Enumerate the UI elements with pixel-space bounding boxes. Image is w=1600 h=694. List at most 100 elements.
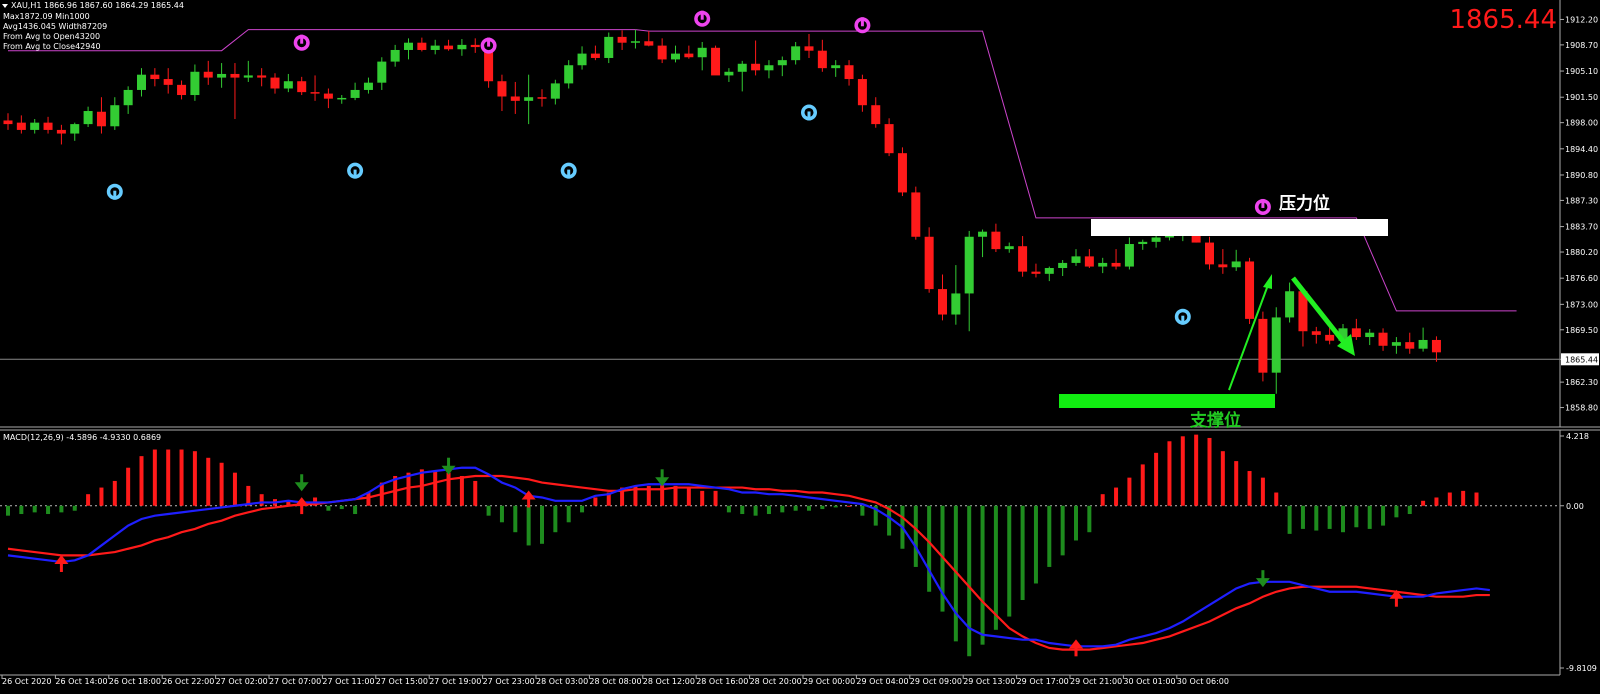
macd-histogram-bar	[700, 490, 705, 506]
macd-histogram-bar	[32, 505, 37, 513]
macd-histogram-bar	[219, 462, 224, 506]
fractal-down-icon	[694, 10, 711, 27]
candle	[897, 147, 907, 197]
resistance-zone-bar	[1091, 219, 1388, 236]
time-tick-label: 28 Oct 12:00	[643, 677, 695, 686]
macd-histogram-bar	[1020, 505, 1025, 601]
fractal-down-icon	[480, 37, 497, 54]
macd-histogram-bar	[246, 485, 251, 506]
time-tick-label: 28 Oct 08:00	[589, 677, 641, 686]
macd-histogram-bar	[1260, 477, 1265, 506]
time-tick-label: 28 Oct 16:00	[696, 677, 748, 686]
macd-histogram-bar	[86, 494, 91, 506]
trading-chart[interactable]: 压力位 支撑位 1912.20 1908.70 1905.10 1901.50 1898…	[0, 0, 1600, 694]
macd-histogram-bar	[72, 505, 77, 511]
info-line-4: From Avg to Close42940	[3, 42, 101, 51]
macd-histogram-bar	[459, 475, 464, 506]
macd-histogram-bar	[179, 449, 184, 506]
time-tick-label: 29 Oct 21:00	[1070, 677, 1122, 686]
fractal-up-icon	[1174, 308, 1191, 325]
macd-histogram-bar	[446, 472, 451, 506]
time-tick-label: 29 Oct 09:00	[910, 677, 962, 686]
macd-histogram-bar	[780, 505, 785, 513]
fractal-up-icon	[106, 183, 123, 200]
macd-histogram-bar	[486, 505, 491, 516]
time-tick-label: 28 Oct 20:00	[750, 677, 802, 686]
macd-histogram-bar	[540, 505, 544, 544]
price-tick-label: 1898.00	[1565, 119, 1598, 128]
macd-histogram-bar	[807, 505, 811, 511]
price-tick-label: 1869.50	[1565, 326, 1598, 335]
price-tick-label: 1858.80	[1565, 404, 1598, 413]
macd-histogram-bar	[1220, 451, 1225, 506]
macd-histogram-bar	[1354, 505, 1359, 528]
macd-histogram-bar	[406, 472, 411, 506]
price-tick-label: 1883.70	[1565, 223, 1598, 232]
macd-histogram-bar	[1207, 437, 1212, 506]
time-tick-label: 26 Oct 2020	[2, 677, 51, 686]
macd-histogram-bar	[1367, 505, 1372, 529]
macd-histogram-bar	[126, 467, 131, 506]
macd-histogram-bar	[1234, 461, 1239, 506]
macd-histogram-bar	[1287, 505, 1292, 534]
time-tick-label: 29 Oct 04:00	[856, 677, 908, 686]
time-tick-label: 27 Oct 19:00	[429, 677, 481, 686]
macd-histogram-bar	[1447, 492, 1452, 506]
macd-histogram-bar	[766, 505, 771, 515]
price-tick-label: 1876.60	[1565, 274, 1598, 283]
time-tick-label: 27 Oct 07:00	[269, 677, 321, 686]
macd-histogram-bar	[19, 505, 24, 515]
macd-histogram-bar	[927, 505, 932, 592]
macd-histogram-bar	[1167, 441, 1172, 506]
macd-histogram-bar	[1314, 505, 1319, 531]
macd-histogram-bar	[112, 480, 117, 506]
time-tick-label: 27 Oct 23:00	[483, 677, 535, 686]
macd-histogram-bar	[1327, 505, 1332, 529]
macd-histogram-bar	[499, 505, 504, 523]
price-tick-label: 1873.00	[1565, 300, 1598, 309]
time-tick-label: 27 Oct 11:00	[322, 677, 374, 686]
macd-histogram-bar	[1074, 505, 1078, 541]
macd-histogram-bar	[326, 505, 331, 511]
candle	[1245, 257, 1255, 324]
current-price-tag-text: 1865.44	[1565, 355, 1598, 364]
time-tick-label: 27 Oct 02:00	[216, 677, 268, 686]
macd-histogram-bar	[1033, 505, 1038, 584]
macd-histogram-bar	[1300, 505, 1305, 529]
macd-histogram-bar	[913, 505, 918, 567]
macd-histogram-bar	[713, 490, 718, 506]
macd-header-label: MACD(12,26,9) -4.5896 -4.9330 0.6869	[3, 433, 161, 442]
macd-histogram-bar	[1127, 477, 1132, 506]
time-tick-label: 29 Oct 13:00	[963, 677, 1015, 686]
macd-histogram-bar	[353, 505, 358, 515]
macd-histogram-bar	[1180, 436, 1185, 506]
macd-histogram-bar	[46, 505, 51, 515]
info-line-1: Max1872.09 Min1000	[3, 12, 90, 21]
macd-histogram-bar	[753, 505, 758, 516]
fractal-down-icon	[293, 34, 310, 51]
macd-tick-label: -9.8109	[1566, 664, 1597, 673]
macd-histogram-bar	[1114, 487, 1119, 506]
macd-histogram-bar	[59, 505, 64, 513]
candle	[1258, 311, 1268, 382]
macd-histogram-bar	[1247, 471, 1252, 506]
macd-histogram-bar	[259, 494, 264, 506]
macd-histogram-bar	[1381, 505, 1386, 526]
big-price-display: 1865.44	[1449, 5, 1557, 35]
time-tick-label: 29 Oct 17:00	[1017, 677, 1069, 686]
resistance-label: 压力位	[1279, 193, 1330, 214]
price-tick-label: 1880.20	[1565, 248, 1598, 257]
fractal-down-icon	[1254, 198, 1271, 215]
macd-tick-label: 0.00	[1566, 502, 1584, 511]
macd-histogram-bar	[513, 505, 518, 533]
symbol-ohlc-line: XAU,H1 1866.96 1867.60 1864.29 1865.44	[11, 1, 184, 10]
macd-histogram-bar	[993, 505, 998, 630]
macd-histogram-bar	[566, 505, 571, 523]
macd-histogram-bar	[526, 505, 531, 546]
macd-histogram-bar	[793, 505, 798, 511]
time-tick-label: 30 Oct 01:00	[1123, 677, 1175, 686]
macd-histogram-bar	[1407, 505, 1412, 515]
macd-histogram-bar	[99, 487, 104, 506]
macd-histogram-bar	[166, 449, 171, 506]
macd-histogram-bar	[1140, 464, 1145, 506]
